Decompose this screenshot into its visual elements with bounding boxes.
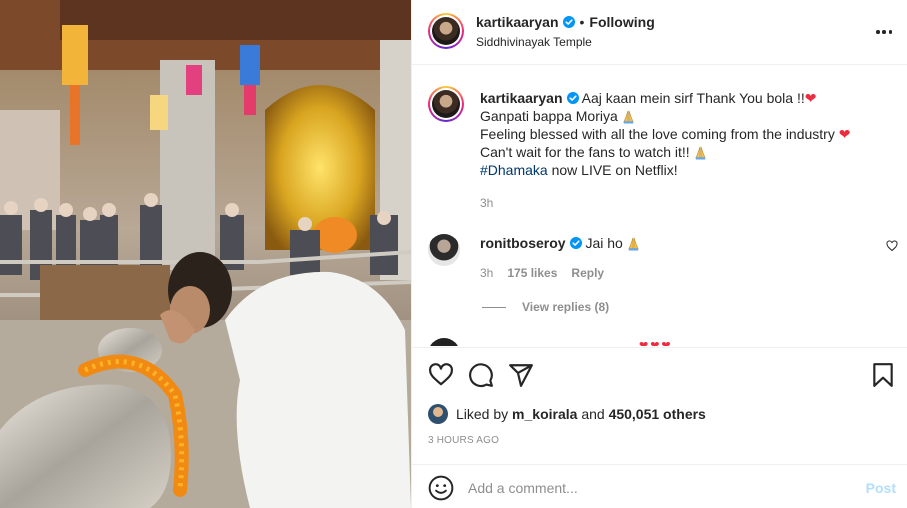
next-comment-hearts: ❤❤❤ bbox=[639, 340, 673, 346]
verified-badge-icon bbox=[569, 237, 582, 249]
replies-divider bbox=[482, 306, 506, 308]
comment-bubble-icon[interactable] bbox=[468, 362, 494, 388]
caption-line-4: Can't wait for the fans to watch it!! bbox=[480, 143, 890, 161]
caption-line-5-text: now LIVE on Netflix! bbox=[547, 162, 678, 178]
verified-badge-icon bbox=[562, 16, 575, 28]
folded-hands-emoji-icon bbox=[628, 237, 639, 251]
caption-text: kartikaaryan Aaj kaan mein sirf Thank Yo… bbox=[480, 89, 890, 179]
caption-line-1: kartikaaryan Aaj kaan mein sirf Thank Yo… bbox=[480, 89, 890, 107]
folded-hands-emoji-icon bbox=[623, 110, 634, 124]
post-location[interactable]: Siddhivinayak Temple bbox=[476, 35, 592, 49]
separator-dot: • bbox=[579, 14, 585, 30]
following-button[interactable]: Following bbox=[589, 14, 654, 30]
liked-by-and: and bbox=[581, 406, 605, 422]
post-comment-button[interactable]: Post bbox=[866, 480, 896, 496]
more-options-icon[interactable] bbox=[876, 22, 892, 42]
caption-username[interactable]: kartikaaryan bbox=[480, 90, 563, 106]
liked-by-prefix: Liked by bbox=[456, 406, 509, 422]
comment-text: Jai ho bbox=[585, 235, 623, 251]
share-paper-plane-icon[interactable] bbox=[508, 362, 534, 388]
post-photo[interactable] bbox=[0, 0, 411, 508]
caption-line-2-text: Ganpati bappa Moriya bbox=[480, 108, 618, 124]
caption-line-4-text: Can't wait for the fans to watch it!! bbox=[480, 144, 690, 160]
post-details-panel: kartikaaryan • Following Siddhivinayak Tem… bbox=[411, 0, 907, 508]
verified-badge-icon bbox=[566, 92, 579, 104]
caption-author-avatar[interactable] bbox=[428, 86, 464, 122]
caption-line-5: #Dhamaka now LIVE on Netflix! bbox=[480, 161, 890, 179]
view-replies-button[interactable]: View replies (8) bbox=[480, 300, 609, 314]
commenter-avatar[interactable] bbox=[428, 234, 460, 266]
temple-photo bbox=[0, 0, 411, 508]
caption-line-1-text: Aaj kaan mein sirf Thank You bola !! bbox=[581, 90, 805, 106]
caption-line-3-text: Feeling blessed with all the love coming… bbox=[480, 126, 835, 142]
comment-body: ronitboseroy Jai ho bbox=[480, 235, 641, 251]
save-bookmark-icon[interactable] bbox=[870, 362, 896, 388]
comment-like-heart-icon[interactable] bbox=[886, 240, 898, 252]
emoji-smile-icon[interactable] bbox=[428, 475, 454, 501]
folded-hands-emoji-icon bbox=[695, 146, 706, 160]
post-header: kartikaaryan • Following Siddhivinayak Tem… bbox=[412, 0, 907, 65]
comment-meta: 3h 175 likes Reply bbox=[480, 266, 618, 280]
like-heart-icon[interactable] bbox=[428, 362, 454, 388]
add-comment-input[interactable] bbox=[468, 474, 828, 502]
add-comment-bar: Post bbox=[412, 464, 907, 508]
caption-line-2: Ganpati bappa Moriya bbox=[480, 107, 890, 125]
commenter-username[interactable]: ronitboseroy bbox=[480, 235, 566, 251]
reply-button[interactable]: Reply bbox=[571, 266, 604, 280]
author-avatar[interactable] bbox=[428, 13, 464, 49]
likes-count[interactable]: 450,051 others bbox=[609, 406, 706, 422]
caption-timestamp[interactable]: 3h bbox=[480, 196, 493, 210]
caption-line-3: Feeling blessed with all the love coming… bbox=[480, 125, 890, 143]
post-actions: Liked by m_koirala and 450,051 others 3 … bbox=[412, 347, 907, 464]
comment-timestamp[interactable]: 3h bbox=[480, 266, 493, 280]
header-top-line: kartikaaryan • Following bbox=[476, 14, 655, 30]
view-replies-label: View replies (8) bbox=[522, 300, 610, 314]
author-username[interactable]: kartikaaryan bbox=[476, 14, 559, 30]
red-heart-emoji-icon: ❤ bbox=[804, 90, 817, 106]
comment-likes-count[interactable]: 175 likes bbox=[507, 266, 557, 280]
liker-avatar[interactable] bbox=[428, 404, 448, 424]
hashtag-link[interactable]: #Dhamaka bbox=[480, 162, 548, 178]
next-commenter-avatar[interactable] bbox=[428, 338, 460, 346]
comments-section: kartikaaryan Aaj kaan mein sirf Thank Yo… bbox=[412, 66, 907, 346]
red-heart-emoji-icon: ❤ bbox=[838, 126, 851, 142]
liker-username[interactable]: m_koirala bbox=[512, 406, 577, 422]
post-timestamp[interactable]: 3 HOURS AGO bbox=[428, 435, 499, 446]
liked-by-summary: Liked by m_koirala and 450,051 others bbox=[428, 404, 706, 424]
